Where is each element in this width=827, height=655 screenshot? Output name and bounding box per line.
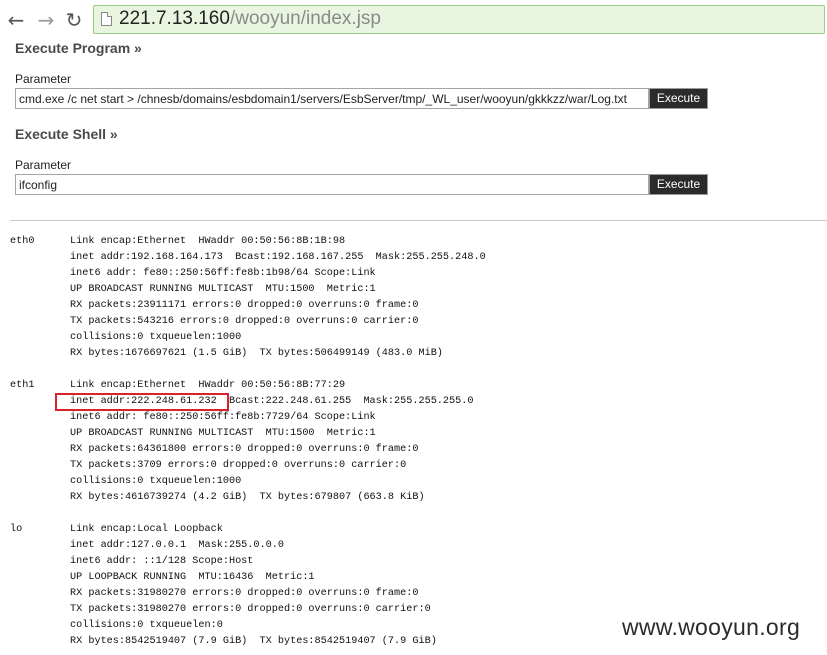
forward-arrow-icon[interactable]: → [36,9,56,31]
output-line: inet6 addr: fe80::250:56ff:fe8b:7729/64 … [70,412,376,423]
address-bar[interactable]: 221.7.13.160/wooyun/index.jsp [93,5,825,34]
execute-shell-title[interactable]: Execute Shell » [15,126,118,142]
interface-name: eth1 [10,380,35,391]
output-line: Link encap:Ethernet HWaddr 00:50:56:8B:7… [70,380,346,391]
execute-shell-button[interactable]: Execute [649,174,708,195]
reload-icon[interactable]: ↻ [64,9,84,31]
output-line: RX packets:31980270 errors:0 dropped:0 o… [70,588,419,599]
output-line: Link encap:Local Loopback [70,524,223,535]
output-line: collisions:0 txqueuelen:1000 [70,476,242,487]
output-line: TX packets:3709 errors:0 dropped:0 overr… [70,460,407,471]
output-line: inet6 addr: fe80::250:56ff:fe8b:1b98/64 … [70,268,376,279]
output-line: collisions:0 txqueuelen:1000 [70,332,242,343]
shell-parameter-input[interactable] [15,174,649,195]
url-text: 221.7.13.160/wooyun/index.jsp [119,8,381,30]
url-host: 221.7.13.160 [119,8,230,29]
output-line: UP BROADCAST RUNNING MULTICAST MTU:1500 … [70,284,376,295]
output-line: Link encap:Ethernet HWaddr 00:50:56:8B:1… [70,236,346,247]
program-parameter-input[interactable] [15,88,649,109]
output-line: UP LOOPBACK RUNNING MTU:16436 Metric:1 [70,572,315,583]
back-arrow-icon[interactable]: ← [6,9,26,31]
page-icon [101,12,112,26]
output-line: RX packets:64361800 errors:0 dropped:0 o… [70,444,419,455]
output-line: UP BROADCAST RUNNING MULTICAST MTU:1500 … [70,428,376,439]
interface-name: eth0 [10,236,35,247]
interface-name: lo [10,524,23,535]
output-line: TX packets:31980270 errors:0 dropped:0 o… [70,604,431,615]
output-line: RX bytes:8542519407 (7.9 GiB) TX bytes:8… [70,636,437,647]
shell-parameter-label: Parameter [15,158,72,172]
ip-highlight-box [55,393,229,411]
watermark: www.wooyun.org [622,614,801,640]
output-line: collisions:0 txqueuelen:0 [70,620,223,631]
output-line: inet addr:127.0.0.1 Mask:255.0.0.0 [70,540,284,551]
execute-program-title[interactable]: Execute Program » [15,40,142,56]
program-parameter-label: Parameter [15,72,72,86]
output-line: inet6 addr: ::1/128 Scope:Host [70,556,254,567]
execute-program-button[interactable]: Execute [649,88,708,109]
section-divider [10,220,827,221]
url-path: /wooyun/index.jsp [229,8,381,29]
output-line: RX bytes:4616739274 (4.2 GiB) TX bytes:6… [70,492,425,503]
browser-toolbar: ← → ↻ 221.7.13.160/wooyun/index.jsp [0,0,827,40]
output-line: RX packets:23911171 errors:0 dropped:0 o… [70,300,419,311]
output-line: inet addr:192.168.164.173 Bcast:192.168.… [70,252,486,263]
output-line: RX bytes:1676697621 (1.5 GiB) TX bytes:5… [70,348,443,359]
output-line: TX packets:543216 errors:0 dropped:0 ove… [70,316,419,327]
